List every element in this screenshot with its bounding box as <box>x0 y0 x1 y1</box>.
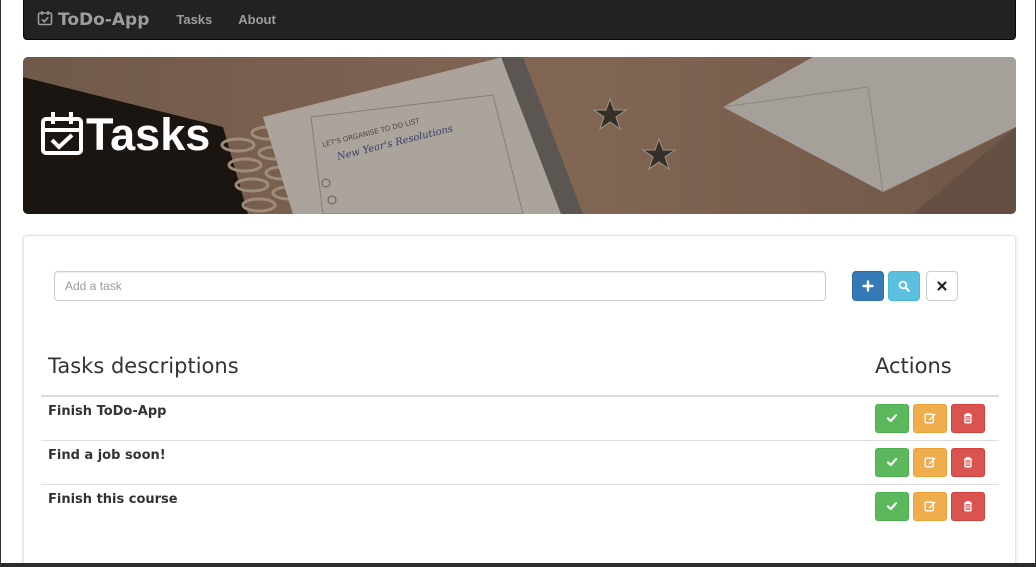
column-header-actions: Actions <box>875 354 952 378</box>
task-description: Finish ToDo-App <box>48 404 167 419</box>
edit-task-button[interactable] <box>913 404 947 433</box>
task-description: Finish this course <box>48 492 178 507</box>
delete-task-button[interactable] <box>951 404 985 433</box>
check-icon <box>886 497 898 516</box>
complete-task-button[interactable] <box>875 448 909 477</box>
column-header-description: Tasks descriptions <box>48 354 239 378</box>
edit-icon <box>924 453 936 472</box>
table-row: Find a job soon! <box>41 440 999 484</box>
tasks-panel: Tasks descriptions Actions Finish ToDo-A… <box>23 235 1016 567</box>
check-icon <box>886 453 898 472</box>
edit-icon <box>924 409 936 428</box>
navbar: ToDo-App Tasks About <box>23 0 1016 40</box>
edit-task-button[interactable] <box>913 448 947 477</box>
trash-icon <box>962 497 974 516</box>
check-icon <box>886 409 898 428</box>
add-task-button[interactable] <box>852 271 884 301</box>
nav-link-about[interactable]: About <box>238 12 276 27</box>
trash-icon <box>962 409 974 428</box>
calendar-check-icon <box>37 10 58 30</box>
nav-link-tasks[interactable]: Tasks <box>176 12 212 27</box>
brand-link[interactable]: ToDo-App <box>37 10 149 30</box>
page-title-text: Tasks <box>86 109 211 160</box>
calendar-check-icon <box>40 110 86 160</box>
hero-banner: LET'S ORGANISE TO DO LIST New Year's Res… <box>23 57 1016 214</box>
search-icon <box>898 277 910 296</box>
add-task-input[interactable] <box>54 271 826 301</box>
edit-task-button[interactable] <box>913 492 947 521</box>
delete-task-button[interactable] <box>951 492 985 521</box>
window-bottom-edge <box>1 563 1035 567</box>
table-row: Finish this course <box>41 484 999 528</box>
trash-icon <box>962 453 974 472</box>
row-divider <box>41 440 999 441</box>
complete-task-button[interactable] <box>875 492 909 521</box>
table-row: Finish ToDo-App <box>41 396 999 440</box>
row-divider <box>41 484 999 485</box>
page-title: Tasks <box>40 110 210 160</box>
complete-task-button[interactable] <box>875 404 909 433</box>
delete-task-button[interactable] <box>951 448 985 477</box>
edit-icon <box>924 497 936 516</box>
brand-text: ToDo-App <box>58 9 150 30</box>
close-icon <box>936 277 948 296</box>
plus-icon <box>862 277 874 296</box>
task-description: Find a job soon! <box>48 448 166 463</box>
clear-button[interactable] <box>926 271 958 301</box>
search-button[interactable] <box>888 271 920 301</box>
